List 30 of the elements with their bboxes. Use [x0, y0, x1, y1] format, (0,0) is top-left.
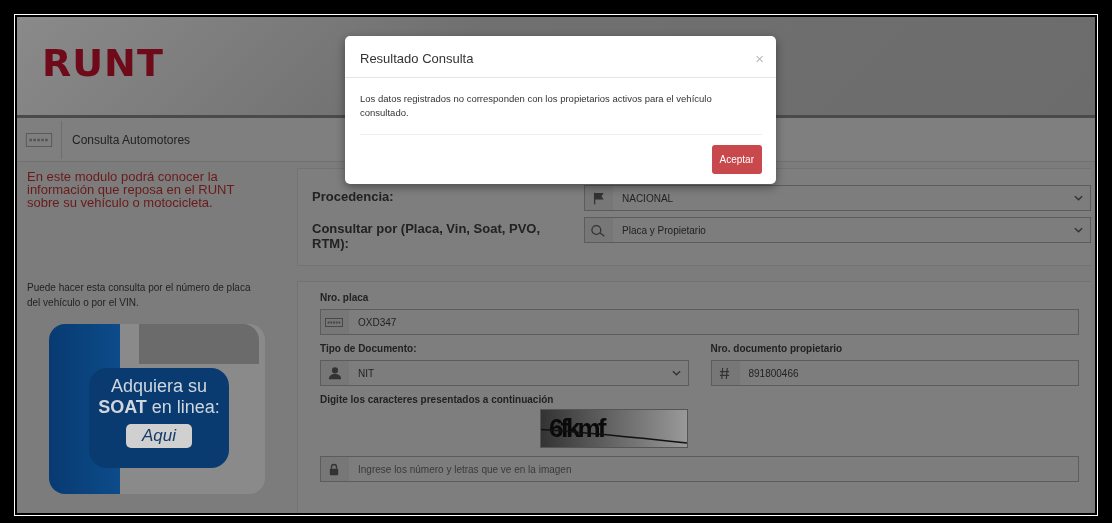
hint-text: Puede hacer esta consulta por el número de placa del vehículo o por el VIN. [27, 281, 252, 310]
input-field[interactable]: OXD347 [320, 309, 1079, 335]
input-field[interactable]: 891800466 [710, 360, 1079, 386]
caret-icon [1074, 227, 1083, 233]
select-field[interactable]: NACIONAL [584, 185, 1091, 211]
field-label: Procedencia: [312, 188, 395, 204]
logo-text: RUNT [42, 41, 164, 85]
select-field[interactable]: Placa y Propietario [584, 217, 1091, 243]
input-field[interactable]: Ingrese los número y letras que ve en la imagen [320, 456, 1079, 482]
page-title: Consulta Automotores [61, 120, 201, 159]
field-label: Consultar por (Placa, Vin, Soat, PVO, RTM): [312, 220, 542, 251]
captcha-image: 6fkmf [540, 409, 688, 448]
aqui-button[interactable]: Aqui [126, 424, 192, 448]
caret-icon [671, 370, 681, 376]
dialog-title: Resultado Consulta [360, 51, 474, 66]
caret-icon [1074, 195, 1083, 201]
select-field[interactable]: NIT [320, 360, 689, 386]
person-icon [328, 366, 342, 380]
banner-text: SOAT en linea: [97, 397, 221, 418]
field-label: Nro. documento propietario [710, 343, 844, 354]
dialog-message: Los datos registrados no corresponden con los propietarios activos para el vehículo consultado. [360, 92, 762, 135]
field-label: Tipo de Documento: [320, 343, 418, 354]
plate-icon [25, 132, 53, 147]
intro-text: En este modulo podrá conocer la información que reposa en el RUNT sobre su vehículo o motocicleta. [27, 170, 236, 212]
field-label: Nro. placa [320, 292, 370, 303]
soat-banner[interactable]: Adquiera su SOAT en linea: Aqui [49, 324, 265, 494]
accept-button[interactable]: Aceptar [711, 145, 762, 174]
flag-icon [592, 191, 606, 205]
field-label: Digite los caracteres presentados a continuación [320, 394, 555, 405]
banner-text: Adquiera su [109, 376, 209, 397]
